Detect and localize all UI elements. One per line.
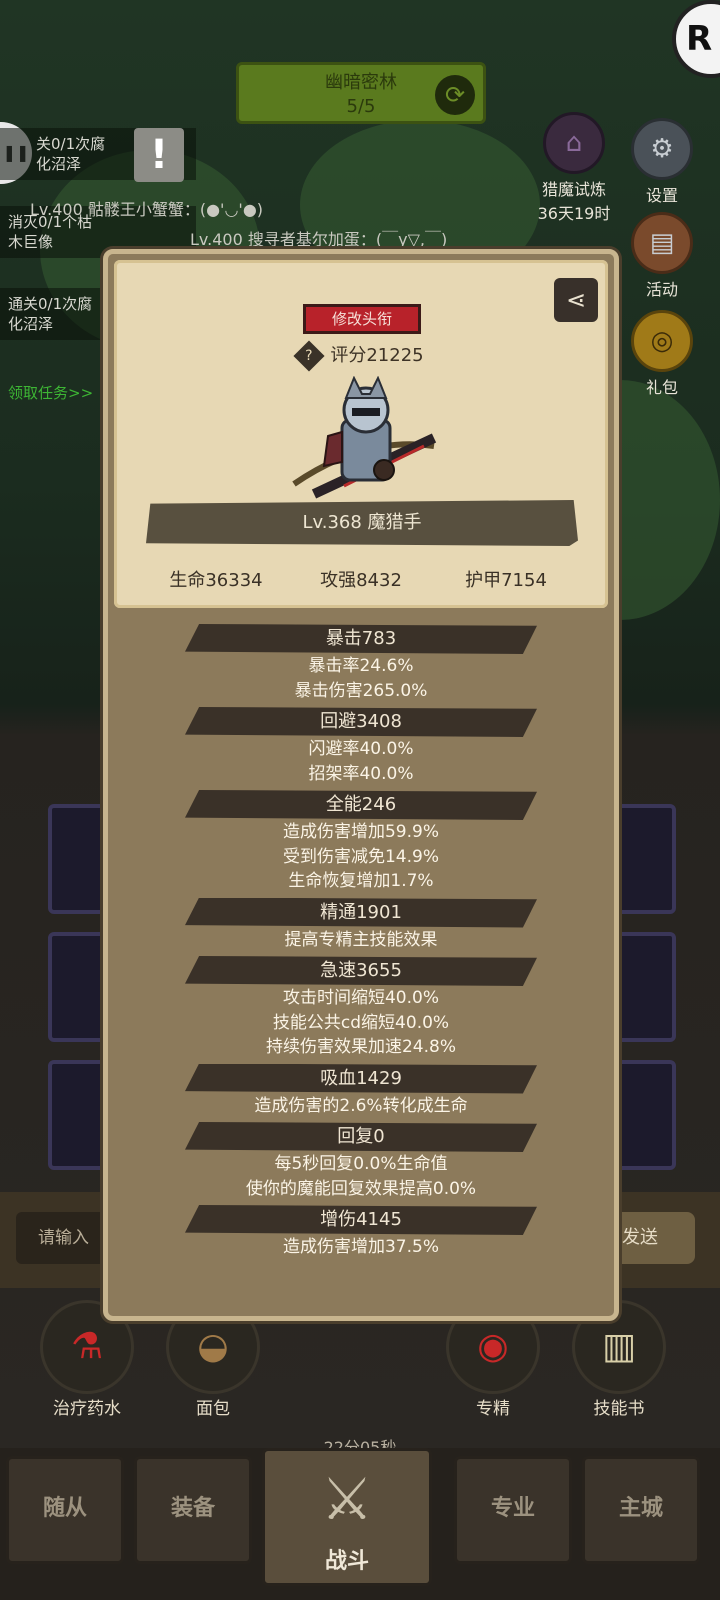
attr-header: 暴击783: [185, 624, 537, 654]
chat-line: Lv.400 骷髅王小蟹蟹：(●'◡'●): [30, 200, 264, 219]
gift-label: 礼包: [645, 378, 678, 397]
attr-header: 全能246: [185, 790, 537, 820]
attr-detail: 造成伤害增加59.9%: [282, 822, 439, 842]
stage-selector[interactable]: 幽暗密林 5/5 ⟳: [236, 62, 486, 124]
attr-header: 回复0: [185, 1122, 537, 1152]
character-name: Lv.368 魔猎手: [146, 500, 578, 546]
item-label: 技能书: [593, 1399, 645, 1419]
attr-leech: 吸血1429 造成伤害的2.6%转化成生命: [108, 1063, 614, 1119]
attr-versatility: 全能246 造成伤害增加59.9% 受到伤害减免14.9% 生命恢复增加1.7%: [108, 790, 614, 894]
character-avatar: [292, 376, 437, 499]
event-timer: 36天19时: [537, 204, 611, 223]
gift-icon: ◎: [631, 310, 693, 372]
tab-follower[interactable]: 随从: [6, 1456, 124, 1564]
attr-header: 回避3408: [185, 707, 537, 737]
crossed-swords-icon: ⚔: [321, 1465, 373, 1533]
attr-damage-bonus: 增伤4145 造成伤害增加37.5%: [108, 1205, 614, 1260]
attr-detail: 每5秒回复0.0%生命值: [274, 1154, 448, 1174]
attr-detail: 使你的魔能回复效果提高0.0%: [245, 1178, 477, 1199]
refresh-icon[interactable]: ⟳: [435, 75, 475, 115]
attr-detail: 提高专精主技能效果: [284, 929, 438, 950]
attr-detail: 攻击时间缩短40.0%: [282, 988, 439, 1008]
tab-city[interactable]: 主城: [582, 1456, 700, 1564]
attr-detail: 持续伤害效果加速24.8%: [265, 1037, 456, 1057]
attr-header: 精通1901: [185, 897, 537, 928]
attr-detail: 造成伤害的2.6%转化成生命: [254, 1095, 468, 1116]
event-title: 猎魔试炼: [541, 180, 606, 199]
alert-icon[interactable]: !: [134, 128, 184, 182]
character-card: ⋖ 修改头衔 ? 评分21225 Lv.368 魔猎手 生命36334 攻强843…: [114, 260, 608, 608]
attr-detail: 招架率40.0%: [308, 763, 414, 784]
bat-wing-icon: ⌂: [543, 112, 605, 174]
chat-line: Lv.400 搜寻者基尔加蛋：(￣y▽,￣): [190, 230, 448, 249]
stat-hp: 生命36334: [169, 570, 263, 591]
tab-profession[interactable]: 专业: [454, 1456, 572, 1564]
calendar-icon: ▤: [631, 212, 693, 274]
help-icon[interactable]: ?: [293, 340, 325, 372]
attribute-list: 暴击783 暴击率24.6% 暴击伤害265.0% 回避3408 闪避率40.0…: [108, 624, 614, 1264]
activity-button[interactable]: ▤ 活动: [622, 212, 702, 300]
attr-regen: 回复0 每5秒回复0.0%生命值 使你的魔能回复效果提高0.0%: [108, 1122, 614, 1201]
tab-equipment[interactable]: 装备: [134, 1456, 252, 1564]
attr-detail: 暴击伤害265.0%: [294, 680, 428, 701]
attr-mastery: 精通1901 提高专精主技能效果: [108, 897, 614, 953]
attr-detail: 生命恢复增加1.7%: [288, 871, 434, 891]
attr-detail: 暴击率24.6%: [308, 656, 414, 676]
claim-quest-link[interactable]: 领取任务>>: [8, 382, 93, 403]
item-label: 面包: [196, 1399, 230, 1419]
tab-battle-label: 战斗: [324, 1549, 369, 1574]
attr-detail: 技能公共cd缩短40.0%: [272, 1012, 450, 1033]
tab-battle[interactable]: ⚔ 战斗: [262, 1448, 432, 1586]
share-icon[interactable]: ⋖: [554, 278, 598, 322]
settings-label: 设置: [645, 186, 678, 205]
edit-title-button[interactable]: 修改头衔: [303, 304, 421, 334]
gear-icon: ⚙: [631, 118, 693, 180]
score-value: 评分21225: [330, 345, 424, 366]
badge-letter: R: [686, 19, 713, 59]
attr-header: 增伤4145: [185, 1205, 537, 1235]
attr-detail: 造成伤害增加37.5%: [282, 1237, 439, 1257]
gift-button[interactable]: ◎ 礼包: [622, 310, 702, 398]
settings-button[interactable]: ⚙ 设置: [622, 118, 702, 206]
attr-avoidance: 回避3408 闪避率40.0% 招架率40.0%: [108, 707, 614, 786]
stat-attack: 攻强8432: [320, 570, 402, 591]
item-label: 治疗药水: [53, 1399, 121, 1419]
attr-haste: 急速3655 攻击时间缩短40.0% 技能公共cd缩短40.0% 持续伤害效果加…: [108, 956, 614, 1060]
score-row: ? 评分21225: [114, 340, 608, 372]
activity-label: 活动: [645, 280, 678, 299]
attr-detail: 闪避率40.0%: [308, 739, 414, 759]
item-label: 专精: [476, 1399, 510, 1419]
character-stats-modal: ⋖ 修改头衔 ? 评分21225 Lv.368 魔猎手 生命36334 攻强843…: [103, 249, 619, 1321]
hunt-trial-event[interactable]: ⌂ 猎魔试炼 36天19时: [524, 112, 624, 224]
attr-detail: 受到伤害减免14.9%: [282, 846, 439, 867]
attr-header: 吸血1429: [185, 1063, 537, 1094]
stat-armor: 护甲7154: [465, 570, 547, 591]
attr-crit: 暴击783 暴击率24.6% 暴击伤害265.0%: [108, 624, 614, 703]
attr-header: 急速3655: [185, 956, 537, 986]
